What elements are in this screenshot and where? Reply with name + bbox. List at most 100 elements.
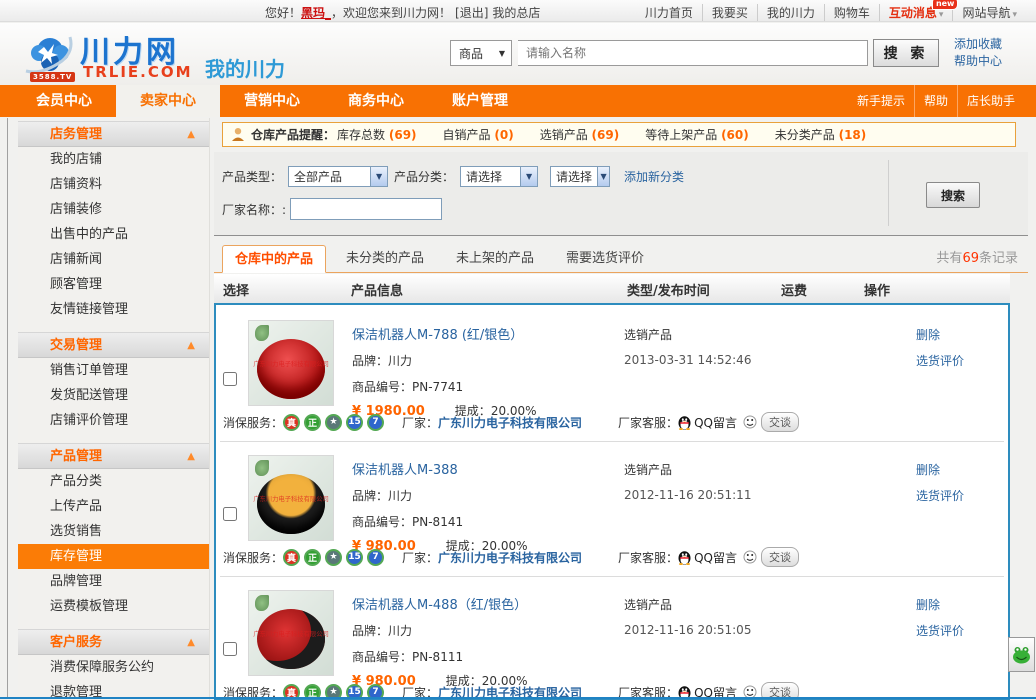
notice-uncategorized[interactable]: 未分类产品 (18): [775, 126, 867, 143]
search-category-select[interactable]: 商品: [450, 40, 512, 66]
product-brand: 川力: [388, 354, 412, 368]
top-link-buy[interactable]: 我要买: [703, 4, 758, 21]
nav-tab-seller-center[interactable]: 卖家中心: [116, 85, 220, 117]
tab-unlisted-products[interactable]: 未上架的产品: [456, 245, 534, 272]
add-category-link[interactable]: 添加新分类: [624, 168, 684, 185]
plant-decor: [255, 325, 269, 341]
search-input[interactable]: [518, 40, 868, 66]
row-checkbox[interactable]: [223, 642, 237, 656]
product-image[interactable]: 广东川力电子科技有限公司: [248, 320, 334, 406]
table-row: 广东川力电子科技有限公司 保洁机器人M-488（红/银色） 品牌：川力 商品编号…: [216, 580, 1008, 700]
customer-service-widget[interactable]: [1008, 637, 1035, 672]
username-link[interactable]: 黑玛_: [301, 6, 331, 20]
nav-tab-business-center[interactable]: 商务中心: [324, 85, 428, 117]
sidebar-item-freight-template[interactable]: 运费模板管理: [18, 594, 209, 619]
add-favorite-link[interactable]: 添加收藏: [954, 36, 1002, 53]
sidebar-item-products-on-sale[interactable]: 出售中的产品: [18, 222, 209, 247]
review-link[interactable]: 选货评价: [916, 352, 964, 369]
top-link-cart[interactable]: 购物车: [825, 4, 880, 21]
chevron-down-icon: [597, 167, 609, 186]
sidebar-item-shop-decor[interactable]: 店铺装修: [18, 197, 209, 222]
sidebar-item-product-category[interactable]: 产品分类: [18, 469, 209, 494]
sidebar-item-upload-product[interactable]: 上传产品: [18, 494, 209, 519]
tab-uncategorized-products[interactable]: 未分类的产品: [346, 245, 424, 272]
qq-message-link[interactable]: QQ留言: [694, 414, 737, 431]
sidebar-item-my-shop[interactable]: 我的店铺: [18, 147, 209, 172]
sidebar-section-customer-service[interactable]: 客户服务: [18, 629, 209, 655]
help-link[interactable]: 帮助: [915, 85, 958, 117]
nav-tab-member-center[interactable]: 会员中心: [12, 85, 116, 117]
sidebar-item-shop-info[interactable]: 店铺资料: [18, 172, 209, 197]
delete-link[interactable]: 删除: [916, 326, 964, 343]
triangle-up-icon: [187, 333, 195, 359]
product-title-link[interactable]: 保洁机器人M-788 (红/银色）: [352, 324, 537, 343]
product-sku: PN-7741: [412, 380, 463, 394]
filter-search-button[interactable]: 搜索: [926, 182, 980, 208]
product-title-link[interactable]: 保洁机器人M-488（红/银色）: [352, 594, 528, 613]
top-link-sitemap[interactable]: 网站导航: [953, 4, 1026, 21]
notice-total-stock[interactable]: 库存总数 (69): [337, 126, 417, 143]
my-store-link[interactable]: 我的总店: [492, 6, 540, 20]
table-header-row: 选择 产品信息 类型/发布时间 运费 操作: [214, 274, 1010, 303]
product-title-link[interactable]: 保洁机器人M-388: [352, 459, 528, 478]
vendor-name-input[interactable]: [290, 198, 442, 220]
filter-panel: 产品类型： 全部产品 产品分类： 请选择 请选择 添加新分类 厂家名称：: 搜索: [214, 152, 1028, 236]
product-image[interactable]: 广东川力电子科技有限公司: [248, 455, 334, 541]
tab-warehouse-products[interactable]: 仓库中的产品: [222, 245, 326, 273]
top-link-messages[interactable]: 互动消息new: [880, 4, 954, 21]
sidebar-item-customer-mgmt[interactable]: 顾客管理: [18, 272, 209, 297]
notice-waiting-shelf[interactable]: 等待上架产品 (60): [645, 126, 749, 143]
top-link-home[interactable]: 川力首页: [636, 4, 703, 21]
category-select-1[interactable]: 请选择: [460, 166, 538, 187]
chat-button[interactable]: 交谈: [761, 547, 799, 567]
notice-picked-sale[interactable]: 选销产品 (69): [540, 126, 620, 143]
sidebar-item-inventory-mgmt[interactable]: 库存管理: [18, 544, 209, 569]
sidebar-item-picking-sales[interactable]: 选货销售: [18, 519, 209, 544]
sidebar-item-shop-news[interactable]: 店铺新闻: [18, 247, 209, 272]
nav-tab-marketing-center[interactable]: 营销中心: [220, 85, 324, 117]
chat-button[interactable]: 交谈: [761, 412, 799, 432]
shop-assistant-link[interactable]: 店长助手: [958, 85, 1024, 117]
vendor-link[interactable]: 广东川力电子科技有限公司: [438, 414, 582, 431]
sidebar-item-friend-links[interactable]: 友情链接管理: [18, 297, 209, 322]
sidebar-item-order-mgmt[interactable]: 销售订单管理: [18, 358, 209, 383]
row-checkbox[interactable]: [223, 372, 237, 386]
review-link[interactable]: 选货评价: [916, 487, 964, 504]
vendor-name-label: 厂家名称：:: [222, 201, 286, 218]
search-button[interactable]: 搜 索: [873, 39, 939, 67]
sidebar-item-shipping-mgmt[interactable]: 发货配送管理: [18, 383, 209, 408]
top-link-my-chuanli[interactable]: 我的川力: [758, 4, 825, 21]
col-select: 选择: [223, 280, 249, 299]
delete-link[interactable]: 删除: [916, 596, 964, 613]
delete-link[interactable]: 删除: [916, 461, 964, 478]
qq-penguin-icon: [678, 415, 691, 430]
help-center-link[interactable]: 帮助中心: [954, 53, 1002, 70]
logo-subtitle: TRLIE.COM: [83, 63, 193, 81]
sidebar-section-shop-mgmt[interactable]: 店务管理: [18, 121, 209, 147]
review-link[interactable]: 选货评价: [916, 622, 964, 639]
page-title: 我的川力: [205, 53, 285, 82]
sidebar-section-trade-mgmt[interactable]: 交易管理: [18, 332, 209, 358]
sidebar-item-shop-review-mgmt[interactable]: 店铺评价管理: [18, 408, 209, 433]
row-checkbox[interactable]: [223, 507, 237, 521]
sidebar-item-consumer-protection[interactable]: 消费保障服务公约: [18, 655, 209, 680]
tab-review-needed[interactable]: 需要选货评价: [566, 245, 644, 272]
newbie-tips-link[interactable]: 新手提示: [848, 85, 915, 117]
category-select-2[interactable]: 请选择: [550, 166, 610, 187]
sidebar-section-product-mgmt[interactable]: 产品管理: [18, 443, 209, 469]
qq-message-link[interactable]: QQ留言: [694, 549, 737, 566]
product-image[interactable]: 广东川力电子科技有限公司: [248, 590, 334, 676]
product-type-select[interactable]: 全部产品: [288, 166, 388, 187]
nav-tab-account-mgmt[interactable]: 账户管理: [428, 85, 532, 117]
sidebar-item-brand-mgmt[interactable]: 品牌管理: [18, 569, 209, 594]
badge-star: ★: [325, 414, 342, 431]
product-tabs: 仓库中的产品 未分类的产品 未上架的产品 需要选货评价 共有69条记录: [214, 245, 1028, 273]
warehouse-notice-bar: 仓库产品提醒： 库存总数 (69) 自销产品 (0) 选销产品 (69) 等待上…: [222, 122, 1016, 147]
vendor-link[interactable]: 广东川力电子科技有限公司: [438, 549, 582, 566]
site-header: 3588.TV 川力网 TRLIE.COM 我的川力 商品 搜 索 添加收藏 帮…: [0, 23, 1036, 85]
user-icon: [231, 127, 245, 142]
chat-face-icon: [743, 550, 757, 564]
logout-link[interactable]: [退出]: [455, 6, 488, 20]
notice-self-sale[interactable]: 自销产品 (0): [443, 126, 514, 143]
badge-15day: 15: [346, 549, 363, 566]
